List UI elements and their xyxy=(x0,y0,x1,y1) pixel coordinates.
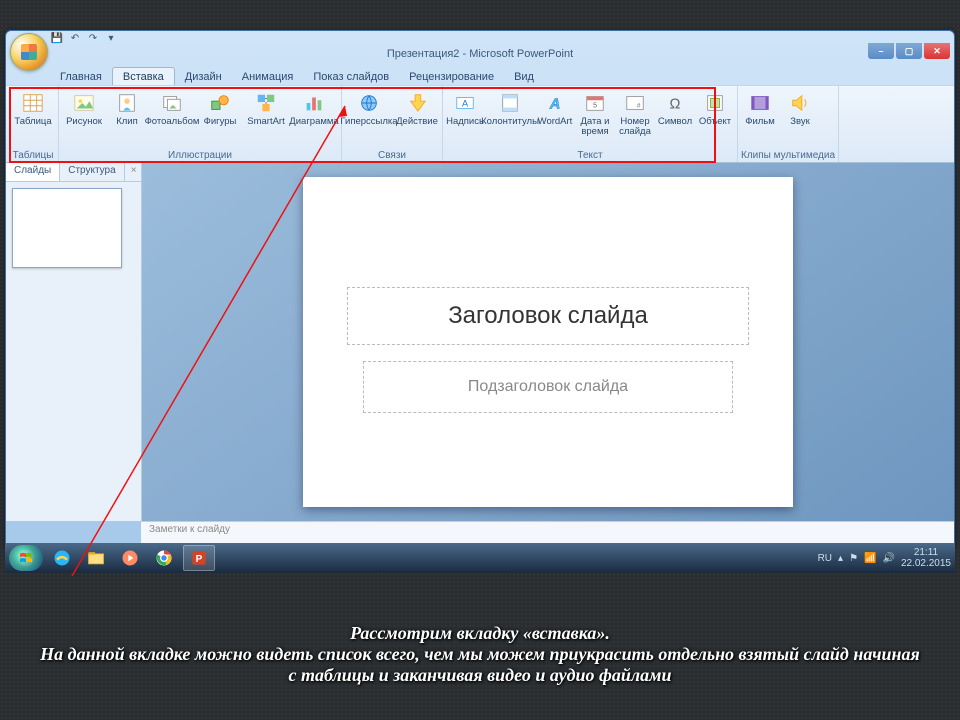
minimize-button[interactable]: – xyxy=(868,43,894,59)
slide-thumbnail-1[interactable] xyxy=(12,188,122,268)
system-tray: RU ▴ ⚑ 📶 🔊 21:11 22.02.2015 xyxy=(818,547,951,569)
movie-icon xyxy=(748,91,772,115)
group-tables: Таблица Таблицы xyxy=(8,86,59,162)
ribbon-insert: Таблица Таблицы Рисунок Клип Фотоальбом … xyxy=(6,85,954,163)
taskbar-mediaplayer[interactable] xyxy=(115,546,145,570)
tab-view[interactable]: Вид xyxy=(504,68,544,85)
svg-text:P: P xyxy=(196,554,203,565)
btn-chart[interactable]: Диаграмма xyxy=(290,89,338,129)
btn-datetime[interactable]: 5Дата и время xyxy=(576,89,614,139)
clip-icon xyxy=(115,91,139,115)
hyperlink-icon xyxy=(357,91,381,115)
headerfooter-icon xyxy=(498,91,522,115)
tab-animation[interactable]: Анимация xyxy=(232,68,304,85)
btn-wordart[interactable]: AWordArt xyxy=(536,89,574,129)
svg-text:#: # xyxy=(637,103,641,110)
btn-photoalbum[interactable]: Фотоальбом xyxy=(148,89,196,129)
textbox-icon: A xyxy=(453,91,477,115)
group-text: AНадпись Колонтитулы AWordArt 5Дата и вр… xyxy=(443,86,738,162)
wordart-icon: A xyxy=(543,91,567,115)
group-illustrations: Рисунок Клип Фотоальбом Фигуры SmartArt … xyxy=(59,86,342,162)
shapes-icon xyxy=(208,91,232,115)
group-links: Гиперссылка Действие Связи xyxy=(342,86,443,162)
svg-text:5: 5 xyxy=(593,101,597,110)
qat-more-icon[interactable]: ▾ xyxy=(104,31,118,45)
taskbar-powerpoint[interactable]: P xyxy=(183,545,215,571)
slidenum-icon: # xyxy=(623,91,647,115)
btn-picture[interactable]: Рисунок xyxy=(62,89,106,129)
tab-design[interactable]: Дизайн xyxy=(175,68,232,85)
maximize-button[interactable]: ▢ xyxy=(896,43,922,59)
taskbar-chrome[interactable] xyxy=(149,546,179,570)
symbol-icon: Ω xyxy=(663,91,687,115)
slide-editor: Заголовок слайда Подзаголовок слайда xyxy=(142,163,954,521)
smartart-icon xyxy=(254,91,278,115)
quick-access-toolbar: 💾 ↶ ↷ ▾ xyxy=(6,31,954,45)
title-placeholder[interactable]: Заголовок слайда xyxy=(347,287,749,345)
btn-smartart[interactable]: SmartArt xyxy=(244,89,288,129)
tray-network-icon[interactable]: 📶 xyxy=(864,553,876,564)
navpane-close[interactable]: × xyxy=(125,163,143,181)
action-icon xyxy=(405,91,429,115)
taskbar-ie[interactable] xyxy=(47,546,77,570)
windows-logo-icon xyxy=(17,549,35,567)
btn-table[interactable]: Таблица xyxy=(11,89,55,129)
group-media: Фильм Звук Клипы мультимедиа xyxy=(738,86,839,162)
btn-clip[interactable]: Клип xyxy=(108,89,146,129)
chart-icon xyxy=(302,91,326,115)
tray-up-icon[interactable]: ▴ xyxy=(838,553,843,564)
btn-sound[interactable]: Звук xyxy=(781,89,819,129)
datetime-icon: 5 xyxy=(583,91,607,115)
btn-textbox[interactable]: AНадпись xyxy=(446,89,484,129)
ribbon-tabs: Главная Вставка Дизайн Анимация Показ сл… xyxy=(6,63,954,85)
picture-icon xyxy=(72,91,96,115)
close-button[interactable]: ✕ xyxy=(924,43,950,59)
office-button[interactable] xyxy=(10,33,48,71)
btn-slidenum[interactable]: #Номер слайда xyxy=(616,89,654,139)
navtab-outline[interactable]: Структура xyxy=(60,163,124,181)
slides-panel: Слайды Структура × xyxy=(6,163,142,521)
tray-lang[interactable]: RU xyxy=(818,553,832,564)
tab-slideshow[interactable]: Показ слайдов xyxy=(303,68,399,85)
tray-clock[interactable]: 21:11 22.02.2015 xyxy=(901,547,951,569)
notes-pane[interactable]: Заметки к слайду xyxy=(141,521,954,544)
tray-volume-icon[interactable]: 🔊 xyxy=(882,553,894,564)
window-title: Презентация2 - Microsoft PowerPoint xyxy=(387,48,573,60)
photoalbum-icon xyxy=(160,91,184,115)
btn-shapes[interactable]: Фигуры xyxy=(198,89,242,129)
tab-insert[interactable]: Вставка xyxy=(112,67,175,85)
taskbar-explorer[interactable] xyxy=(81,546,111,570)
btn-action[interactable]: Действие xyxy=(395,89,439,129)
tab-review[interactable]: Рецензирование xyxy=(399,68,504,85)
btn-headerfooter[interactable]: Колонтитулы xyxy=(486,89,534,129)
table-icon xyxy=(21,91,45,115)
navtab-slides[interactable]: Слайды xyxy=(6,163,60,181)
slide-canvas[interactable]: Заголовок слайда Подзаголовок слайда xyxy=(303,177,793,507)
tutorial-caption: Рассмотрим вкладку «вставка». На данной … xyxy=(0,588,960,720)
start-button[interactable] xyxy=(9,545,43,571)
qat-redo-icon[interactable]: ↷ xyxy=(86,31,100,45)
btn-movie[interactable]: Фильм xyxy=(741,89,779,129)
qat-undo-icon[interactable]: ↶ xyxy=(68,31,82,45)
svg-text:Ω: Ω xyxy=(670,97,681,113)
svg-text:A: A xyxy=(462,99,469,109)
object-icon xyxy=(703,91,727,115)
sound-icon xyxy=(788,91,812,115)
title-bar: Презентация2 - Microsoft PowerPoint – ▢ … xyxy=(6,45,954,63)
windows-taskbar: P RU ▴ ⚑ 📶 🔊 21:11 22.02.2015 xyxy=(5,543,955,573)
powerpoint-window: 💾 ↶ ↷ ▾ Презентация2 - Microsoft PowerPo… xyxy=(5,30,955,545)
svg-text:A: A xyxy=(549,97,561,113)
btn-symbol[interactable]: ΩСимвол xyxy=(656,89,694,129)
tray-flag-icon[interactable]: ⚑ xyxy=(849,553,858,564)
subtitle-placeholder[interactable]: Подзаголовок слайда xyxy=(363,361,733,413)
tab-home[interactable]: Главная xyxy=(50,68,112,85)
btn-object[interactable]: Объект xyxy=(696,89,734,129)
qat-save-icon[interactable]: 💾 xyxy=(50,31,64,45)
btn-hyperlink[interactable]: Гиперссылка xyxy=(345,89,393,129)
